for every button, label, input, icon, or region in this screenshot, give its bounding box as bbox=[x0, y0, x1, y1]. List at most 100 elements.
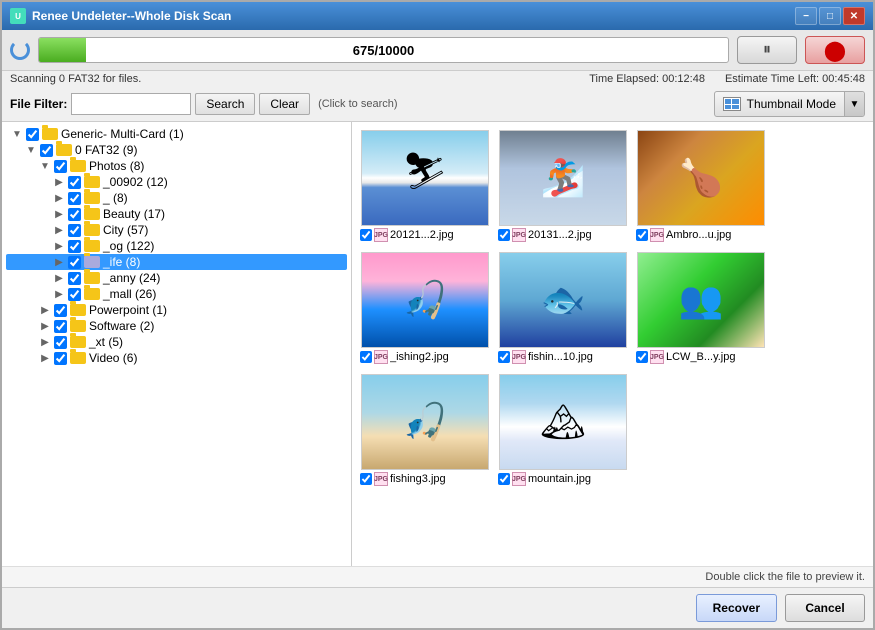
tree-item-powerpoint[interactable]: ▶ Powerpoint (1) bbox=[6, 302, 347, 318]
folder-icon bbox=[84, 208, 100, 220]
thumbnail-image[interactable]: 🍗 bbox=[637, 130, 765, 226]
close-button[interactable]: ✕ bbox=[843, 7, 865, 25]
folder-icon bbox=[84, 224, 100, 236]
tree-toggle-anny[interactable]: ▶ bbox=[53, 272, 65, 284]
thumb-checkbox[interactable] bbox=[360, 351, 372, 363]
app-icon: U bbox=[10, 8, 26, 24]
tree-item-software[interactable]: ▶ Software (2) bbox=[6, 318, 347, 334]
tree-toggle-fat32[interactable]: ▼ bbox=[25, 144, 37, 156]
time-elapsed: Time Elapsed: 00:12:48 bbox=[589, 73, 705, 85]
tree-toggle-video[interactable]: ▶ bbox=[39, 352, 51, 364]
tree-item-xt[interactable]: ▶ _xt (5) bbox=[6, 334, 347, 350]
tree-item-city[interactable]: ▶ City (57) bbox=[6, 222, 347, 238]
tree-label-og: _og (122) bbox=[103, 239, 154, 253]
tree-item-anny[interactable]: ▶ _anny (24) bbox=[6, 270, 347, 286]
thumbnail-card[interactable]: 🏔 JPG mountain.jpg bbox=[498, 374, 628, 488]
thumbnail-card[interactable]: 🐟 JPG fishin...10.jpg bbox=[498, 252, 628, 366]
thumbnail-image[interactable]: 🎣 bbox=[361, 252, 489, 348]
cancel-button[interactable]: Cancel bbox=[785, 594, 865, 622]
tree-checkbox-generic[interactable] bbox=[26, 128, 39, 141]
thumbnail-mode-dropdown-arrow[interactable]: ▼ bbox=[844, 92, 864, 116]
tree-checkbox-photos[interactable] bbox=[54, 160, 67, 173]
thumbnail-card[interactable]: 👥 JPG LCW_B...y.jpg bbox=[636, 252, 766, 366]
thumbnail-image[interactable]: 👥 bbox=[637, 252, 765, 348]
tree-checkbox-underscore[interactable] bbox=[68, 192, 81, 205]
search-button[interactable]: Search bbox=[195, 93, 255, 115]
thumbnail-card[interactable]: 🍗 JPG Ambro...u.jpg bbox=[636, 130, 766, 244]
tree-toggle-software[interactable]: ▶ bbox=[39, 320, 51, 332]
tree-checkbox-fat32[interactable] bbox=[40, 144, 53, 157]
thumb-checkbox[interactable] bbox=[360, 229, 372, 241]
tree-checkbox-anny[interactable] bbox=[68, 272, 81, 285]
tree-item-mall[interactable]: ▶ _mall (26) bbox=[6, 286, 347, 302]
filter-input[interactable] bbox=[71, 93, 191, 115]
recover-button[interactable]: Recover bbox=[696, 594, 777, 622]
thumb-checkbox[interactable] bbox=[360, 473, 372, 485]
thumbnail-image[interactable]: 🏔 bbox=[499, 374, 627, 470]
tree-item-beauty[interactable]: ▶ Beauty (17) bbox=[6, 206, 347, 222]
main-window: U Renee Undeleter--Whole Disk Scan − □ ✕… bbox=[0, 0, 875, 630]
tree-checkbox-mall[interactable] bbox=[68, 288, 81, 301]
tree-toggle-photos[interactable]: ▼ bbox=[39, 160, 51, 172]
tree-item-ife[interactable]: ▶ _ife (8) bbox=[6, 254, 347, 270]
file-tree: ▼ Generic- Multi-Card (1) ▼ 0 FAT32 (9) … bbox=[2, 122, 352, 566]
status-bar: Scanning 0 FAT32 for files. Time Elapsed… bbox=[2, 71, 873, 87]
tree-toggle-og[interactable]: ▶ bbox=[53, 240, 65, 252]
tree-checkbox-xt[interactable] bbox=[54, 336, 67, 349]
tree-checkbox-00902[interactable] bbox=[68, 176, 81, 189]
progress-bar: 675/10000 bbox=[38, 37, 729, 63]
thumb-checkbox[interactable] bbox=[498, 473, 510, 485]
tree-checkbox-video[interactable] bbox=[54, 352, 67, 365]
tree-item-00902[interactable]: ▶ _00902 (12) bbox=[6, 174, 347, 190]
tree-item-og[interactable]: ▶ _og (122) bbox=[6, 238, 347, 254]
thumbnail-image[interactable]: 🏂 bbox=[499, 130, 627, 226]
thumb-filename: Ambro...u.jpg bbox=[666, 229, 766, 241]
tree-toggle-powerpoint[interactable]: ▶ bbox=[39, 304, 51, 316]
tree-toggle-beauty[interactable]: ▶ bbox=[53, 208, 65, 220]
thumbnail-image[interactable]: 🐟 bbox=[499, 252, 627, 348]
thumbnail-card[interactable]: 🎣 JPG _ishing2.jpg bbox=[360, 252, 490, 366]
tree-checkbox-city[interactable] bbox=[68, 224, 81, 237]
tree-checkbox-ife[interactable] bbox=[68, 256, 81, 269]
stop-button[interactable]: ⬤ bbox=[805, 36, 865, 64]
progress-fill bbox=[39, 38, 86, 62]
pause-button[interactable]: ⏸ bbox=[737, 36, 797, 64]
tree-toggle-ife[interactable]: ▶ bbox=[53, 256, 65, 268]
tree-item-generic[interactable]: ▼ Generic- Multi-Card (1) bbox=[6, 126, 347, 142]
thumbnail-card[interactable]: 🎣 JPG fishing3.jpg bbox=[360, 374, 490, 488]
maximize-button[interactable]: □ bbox=[819, 7, 841, 25]
svg-text:U: U bbox=[15, 12, 21, 21]
tree-item-fat32[interactable]: ▼ 0 FAT32 (9) bbox=[6, 142, 347, 158]
thumbnail-card[interactable]: ⛷ JPG 20121...2.jpg bbox=[360, 130, 490, 244]
tree-toggle-xt[interactable]: ▶ bbox=[39, 336, 51, 348]
tree-toggle-00902[interactable]: ▶ bbox=[53, 176, 65, 188]
tree-checkbox-software[interactable] bbox=[54, 320, 67, 333]
thumb-checkbox[interactable] bbox=[498, 229, 510, 241]
progress-area: 675/10000 ⏸ ⬤ bbox=[2, 30, 873, 71]
tree-checkbox-beauty[interactable] bbox=[68, 208, 81, 221]
tree-checkbox-og[interactable] bbox=[68, 240, 81, 253]
thumb-filename: _ishing2.jpg bbox=[390, 351, 490, 363]
thumbnail-image[interactable]: ⛷ bbox=[361, 130, 489, 226]
folder-icon bbox=[84, 176, 100, 188]
thumb-checkbox[interactable] bbox=[636, 229, 648, 241]
thumbnail-mode-button[interactable]: Thumbnail Mode ▼ bbox=[714, 91, 865, 117]
tree-toggle-mall[interactable]: ▶ bbox=[53, 288, 65, 300]
thumb-checkbox[interactable] bbox=[498, 351, 510, 363]
tree-toggle-underscore[interactable]: ▶ bbox=[53, 192, 65, 204]
thumb-checkbox[interactable] bbox=[636, 351, 648, 363]
tree-item-photos[interactable]: ▼ Photos (8) bbox=[6, 158, 347, 174]
minimize-button[interactable]: − bbox=[795, 7, 817, 25]
tree-toggle-generic[interactable]: ▼ bbox=[11, 128, 23, 140]
thumbnail-image[interactable]: 🎣 bbox=[361, 374, 489, 470]
clear-button[interactable]: Clear bbox=[259, 93, 310, 115]
tree-item-underscore[interactable]: ▶ _ (8) bbox=[6, 190, 347, 206]
tree-item-video[interactable]: ▶ Video (6) bbox=[6, 350, 347, 366]
tree-toggle-city[interactable]: ▶ bbox=[53, 224, 65, 236]
tree-label-00902: _00902 (12) bbox=[103, 175, 168, 189]
tree-checkbox-powerpoint[interactable] bbox=[54, 304, 67, 317]
thumb-label-row: JPG mountain.jpg bbox=[498, 470, 628, 488]
filter-hint: (Click to search) bbox=[318, 98, 397, 110]
thumbnail-card[interactable]: 🏂 JPG 20131...2.jpg bbox=[498, 130, 628, 244]
folder-icon bbox=[70, 320, 86, 332]
